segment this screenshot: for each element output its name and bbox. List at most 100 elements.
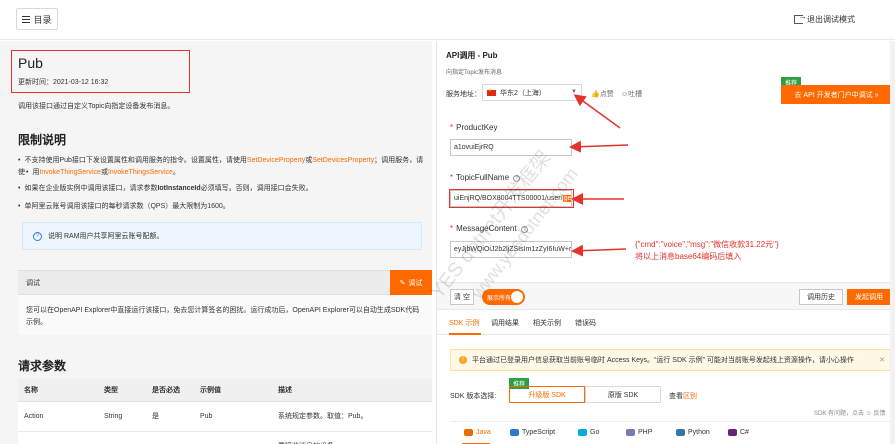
lang-tab-python[interactable]: Python: [676, 429, 710, 436]
tab-related-examples[interactable]: 相关示例: [533, 318, 561, 328]
service-address-select[interactable]: 华东2（上海） ▼: [482, 84, 582, 101]
toc-menu-button[interactable]: 目录: [16, 8, 58, 30]
lang-label: Go: [590, 429, 600, 436]
link-setdevicesproperty[interactable]: SetDevicesProperty: [312, 157, 374, 164]
iotinstanceid-param: IotInstanceId: [157, 185, 201, 192]
exit-debug-mode-button[interactable]: 退出调试模式: [794, 11, 855, 25]
tab-call-result[interactable]: 调用结果: [491, 318, 519, 328]
table-header-row: 名称 类型 是否必选 示例值 描述: [18, 379, 432, 402]
limit-item: 单阿里云账号调用该接口的每秒请求数（QPS）最大限制为1600。: [18, 201, 428, 213]
sdk-diff-prefix: 查看: [669, 393, 683, 400]
tab-sdk-example[interactable]: SDK 示例: [449, 318, 479, 328]
api-subtitle: 向指定Topic发布消息: [446, 70, 503, 76]
close-icon[interactable]: ✕: [879, 356, 885, 364]
action-bar: 清 空 展示所有 调用历史 发起调用: [437, 282, 895, 310]
feedback-button[interactable]: ☺吐槽: [621, 89, 642, 99]
sdk-diff-link[interactable]: 查看区别: [669, 391, 697, 401]
lang-tab-csharp[interactable]: C#: [728, 429, 749, 436]
like-button[interactable]: 👍点赞: [591, 89, 614, 99]
tab-error-codes[interactable]: 错误码: [575, 318, 596, 328]
link-invokethingsservice[interactable]: InvokeThingsService: [108, 169, 173, 176]
link-invokethingservice[interactable]: InvokeThingService: [39, 169, 100, 176]
lang-tab-php[interactable]: PHP: [626, 429, 652, 436]
table-cell: Action: [18, 401, 98, 432]
call-history-button[interactable]: 调用历史: [799, 289, 843, 305]
debug-description: 您可以在OpenAPI Explorer中直接运行该接口，免去您计算签名的困扰。…: [18, 295, 432, 335]
limit-text: 如果在企业版实例中调用该接口，请求参数: [24, 185, 158, 192]
limits-heading: 限制说明: [18, 133, 67, 147]
toggle-knob: [511, 291, 523, 303]
invoke-button[interactable]: 发起调用: [847, 289, 891, 305]
limit-text: 必须填写。否则，调用接口会失败。: [200, 185, 313, 192]
api-explorer-pane: API调用 - Pub 向指定Topic发布消息 服务地址： 华东2（上海） ▼…: [436, 41, 895, 444]
table-row: Action String 是 Pub 系统规定参数。取值：Pub。: [18, 401, 432, 432]
sdk-feedback-link[interactable]: SDK 有问题，点击 ☺ 反馈: [814, 408, 885, 417]
help-icon: ?: [520, 226, 528, 233]
lang-tab-go[interactable]: Go: [578, 429, 599, 436]
annotation-instruction: 将以上消息base64编码后填入: [635, 252, 742, 261]
sdk-old-option[interactable]: 原版 SDK: [585, 386, 661, 403]
warning-banner: ! 平台通过已登录用户信息获取当前账号临时 Access Keys。“运行 SD…: [450, 349, 892, 371]
info-icon: ?: [33, 231, 42, 241]
sdk-new-option[interactable]: 升级版 SDK: [509, 386, 585, 403]
note-text: 说明 RAM用户共享阿里云账号配额。: [48, 233, 164, 240]
highlight-box-topic: [449, 189, 574, 208]
link-setdeviceproperty[interactable]: SetDeviceProperty: [247, 157, 305, 164]
toc-menu-label: 目录: [33, 14, 52, 25]
highlight-box-title: [11, 50, 190, 93]
exit-debug-label: 退出调试模式: [807, 15, 855, 24]
like-label: 点赞: [599, 91, 614, 98]
lang-tab-typescript[interactable]: TypeScript: [510, 429, 555, 436]
limit-item: 如果在企业版实例中调用该接口，请求参数IotInstanceId必须填写。否则，…: [18, 183, 428, 195]
php-icon: [626, 429, 635, 436]
exit-icon: [794, 11, 807, 24]
field-label-text: TopicFullName: [456, 173, 510, 182]
table-cell: [194, 431, 272, 444]
service-address-label: 服务地址：: [446, 91, 481, 98]
table-cell: [98, 431, 146, 444]
table-cell: 是: [146, 401, 194, 432]
debug-button[interactable]: ✎ 调试: [390, 270, 432, 295]
lang-label: PHP: [638, 429, 653, 436]
messagecontent-input[interactable]: eyJjbWQiOiJ2b2ljZSIsIm1zZyI6IuW+r: [450, 241, 572, 258]
table-cell: [18, 431, 98, 444]
field-label-text: ProductKey: [456, 123, 498, 132]
topicfullname-label: * TopicFullName?: [450, 173, 521, 182]
help-icon: ?: [513, 175, 521, 182]
params-table: 名称 类型 是否必选 示例值 描述 Action String 是 Pub 系统…: [18, 379, 432, 444]
col-header: 是否必选: [146, 379, 194, 402]
lang-label: Python: [688, 429, 710, 436]
java-icon: [464, 429, 473, 436]
debug-section-header: 调试: [18, 270, 432, 295]
limit-text: 或: [100, 169, 108, 176]
api-title: API调用 - Pub: [446, 51, 498, 60]
debug-button-label: 调试: [408, 279, 423, 287]
col-header: 示例值: [194, 379, 272, 402]
col-header: 描述: [272, 379, 432, 402]
top-bar: 目录 退出调试模式: [0, 0, 895, 40]
warning-text: 平台通过已登录用户信息获取当前账号临时 Access Keys。“运行 SDK …: [472, 357, 854, 364]
table-cell: [146, 431, 194, 444]
note-box: ? 说明 RAM用户共享阿里云账号配额。: [22, 222, 422, 250]
language-tabs: Java TypeScript Go PHP Python C#: [450, 421, 892, 444]
clear-button[interactable]: 清 空: [450, 289, 474, 305]
china-flag-icon: [487, 87, 496, 96]
show-all-label: 展示所有: [487, 295, 512, 302]
typescript-icon: [510, 429, 519, 436]
annotation-json: {"cmd":"voice","msg":"微信收款31.22元"}: [635, 240, 779, 249]
sdk-diff-link-text[interactable]: 区别: [683, 393, 697, 400]
warning-icon: !: [459, 356, 467, 364]
debug-heading: 调试: [26, 279, 40, 287]
developer-portal-button[interactable]: 去 API 开发者门户中调试 »: [781, 85, 892, 104]
limit-text: 不支持使用Pub接口下发设置属性和调用服务的指令。设置属性，请使用: [24, 157, 247, 164]
field-label-text: MessageContent: [456, 224, 517, 233]
show-all-toggle[interactable]: 展示所有: [482, 289, 525, 305]
col-header: 类型: [98, 379, 146, 402]
edit-icon: ✎: [399, 279, 406, 287]
lang-tab-java[interactable]: Java: [464, 429, 491, 436]
table-cell: String: [98, 401, 146, 432]
table-cell: Pub: [194, 401, 272, 432]
params-heading: 请求参数: [18, 359, 67, 373]
scrollbar[interactable]: [890, 41, 895, 444]
productkey-input[interactable]: a1ovuiEjrRQ: [450, 139, 572, 156]
